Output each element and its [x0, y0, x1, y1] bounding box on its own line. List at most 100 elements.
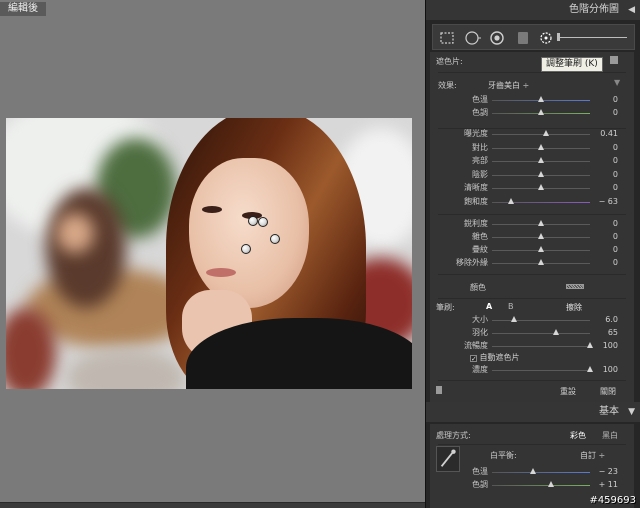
effect-label: 效果: — [438, 81, 457, 90]
adjustment-brush-icon[interactable] — [539, 30, 555, 46]
slider-value[interactable]: 0 — [613, 155, 618, 167]
slider-value[interactable]: 0 — [613, 257, 618, 269]
slider-label: 清晰度 — [464, 183, 488, 192]
crop-icon[interactable] — [439, 30, 455, 46]
effect-dropdown[interactable]: 牙齒美白 ÷ — [488, 80, 529, 91]
slider-value[interactable]: 0 — [613, 169, 618, 181]
brush-erase[interactable]: 擦除 — [566, 302, 582, 313]
treatment-label: 處理方式: — [436, 431, 471, 440]
slider-row: 陰影 0 — [430, 169, 634, 181]
adjustment-pin[interactable] — [248, 216, 258, 226]
slider-value[interactable]: 0 — [613, 244, 618, 256]
slider-value[interactable]: 6.0 — [605, 314, 618, 326]
color-mode-button[interactable]: 彩色 — [570, 430, 586, 441]
slider-value[interactable]: 0 — [613, 94, 618, 106]
slider-row: 流暢度 100 — [430, 340, 634, 352]
slider-track[interactable] — [492, 134, 590, 135]
auto-mask-check[interactable]: ✓ — [470, 355, 477, 363]
slider-label: 疊紋 — [472, 245, 488, 254]
slider-value[interactable]: 0 — [613, 182, 618, 194]
brush-tab-b[interactable]: B — [508, 302, 514, 311]
reset-button[interactable]: 重設 — [560, 386, 576, 397]
slider-value[interactable]: + 11 — [599, 479, 618, 491]
slider-thumb[interactable] — [538, 184, 544, 190]
slider-row: 大小 6.0 — [430, 314, 634, 326]
basic-header[interactable]: 基本 ▼ — [426, 402, 640, 422]
slider-row: 色溫 − 23 — [430, 466, 634, 478]
slider-value[interactable]: 0 — [613, 142, 618, 154]
graduated-filter-icon[interactable] — [515, 30, 531, 46]
red-eye-icon[interactable] — [489, 30, 505, 46]
slider-value[interactable]: − 23 — [599, 466, 618, 478]
slider-thumb[interactable] — [510, 316, 517, 322]
slider-value[interactable]: 0.41 — [600, 128, 618, 140]
slider-track[interactable] — [492, 346, 590, 347]
slider-label: 色調 — [472, 480, 488, 489]
slider-value[interactable]: 0 — [613, 107, 618, 119]
slider-row: 濃度 100 — [430, 364, 634, 376]
slider-thumb[interactable] — [542, 130, 549, 136]
slider-track[interactable] — [492, 370, 590, 371]
slider-thumb[interactable] — [538, 96, 544, 102]
filmstrip-edge — [0, 502, 425, 508]
slider-value[interactable]: 65 — [608, 327, 618, 339]
watermark-id: #459693 — [589, 495, 636, 506]
slider-thumb[interactable] — [538, 143, 544, 150]
slider-row: 銳利度 0 — [430, 218, 634, 230]
brush-tool-slider-thumb[interactable] — [557, 33, 560, 41]
wb-eyedropper-button[interactable] — [436, 446, 460, 472]
image-workspace: 編輯後 — [0, 0, 425, 508]
slider-track[interactable] — [492, 333, 590, 334]
slider-thumb[interactable] — [507, 197, 514, 204]
view-mode-label: 編輯後 — [0, 2, 46, 16]
close-button[interactable]: 關閉 — [600, 386, 616, 397]
slider-label: 羽化 — [472, 328, 488, 337]
basic-title: 基本 — [599, 406, 619, 417]
slider-row: 亮部 0 — [430, 155, 634, 167]
slider-thumb[interactable] — [530, 468, 537, 474]
slider-thumb[interactable] — [587, 342, 593, 348]
adjustment-pin[interactable] — [241, 244, 251, 254]
mask-toggle-switch[interactable] — [436, 386, 442, 394]
collapse-triangle-icon[interactable]: ◀ — [628, 0, 635, 20]
slider-thumb[interactable] — [538, 170, 544, 177]
slider-track[interactable] — [492, 320, 590, 321]
slider-row: 對比 0 — [430, 142, 634, 154]
slider-thumb[interactable] — [538, 220, 544, 226]
expand-triangle-icon[interactable]: ▼ — [628, 402, 635, 422]
slider-thumb[interactable] — [552, 329, 559, 335]
auto-mask-checkbox[interactable]: ✓ 自動遮色片 — [470, 352, 520, 363]
slider-row: 色調 + 11 — [430, 479, 634, 491]
slider-value[interactable]: 0 — [613, 218, 618, 230]
adjustment-pin[interactable] — [258, 217, 268, 227]
photo-canvas[interactable] — [6, 118, 412, 389]
brush-tab-a[interactable]: A — [486, 302, 492, 311]
slider-row: 羽化 65 — [430, 327, 634, 339]
bw-mode-button[interactable]: 黑白 — [602, 430, 618, 441]
slider-label: 流暢度 — [464, 341, 488, 350]
mask-new-icon[interactable] — [610, 56, 618, 64]
slider-thumb[interactable] — [538, 109, 544, 115]
slider-thumb[interactable] — [587, 366, 593, 372]
effect-collapse-icon[interactable]: ▼ — [614, 78, 620, 87]
slider-thumb[interactable] — [538, 233, 544, 239]
wb-dropdown[interactable]: 自訂 ÷ — [580, 450, 605, 461]
histogram-title: 色階分佈圖 — [569, 4, 619, 15]
spot-removal-icon[interactable] — [465, 30, 481, 46]
slider-label: 移除外緣 — [456, 258, 488, 267]
slider-thumb[interactable] — [538, 259, 544, 265]
slider-thumb[interactable] — [547, 481, 554, 487]
slider-thumb[interactable] — [538, 157, 544, 163]
slider-value[interactable]: 100 — [603, 364, 618, 376]
auto-mask-label: 自動遮色片 — [479, 353, 520, 362]
slider-track[interactable] — [492, 472, 590, 473]
slider-value[interactable]: 0 — [613, 231, 618, 243]
adjustment-pin[interactable] — [270, 234, 280, 244]
color-swatch[interactable] — [566, 284, 584, 289]
histogram-header[interactable]: 色階分佈圖 ◀ — [426, 0, 640, 20]
slider-value[interactable]: − 63 — [599, 196, 618, 208]
slider-track[interactable] — [492, 485, 590, 486]
slider-value[interactable]: 100 — [603, 340, 618, 352]
slider-thumb[interactable] — [538, 246, 544, 252]
brush-tool-slider[interactable] — [557, 37, 627, 38]
